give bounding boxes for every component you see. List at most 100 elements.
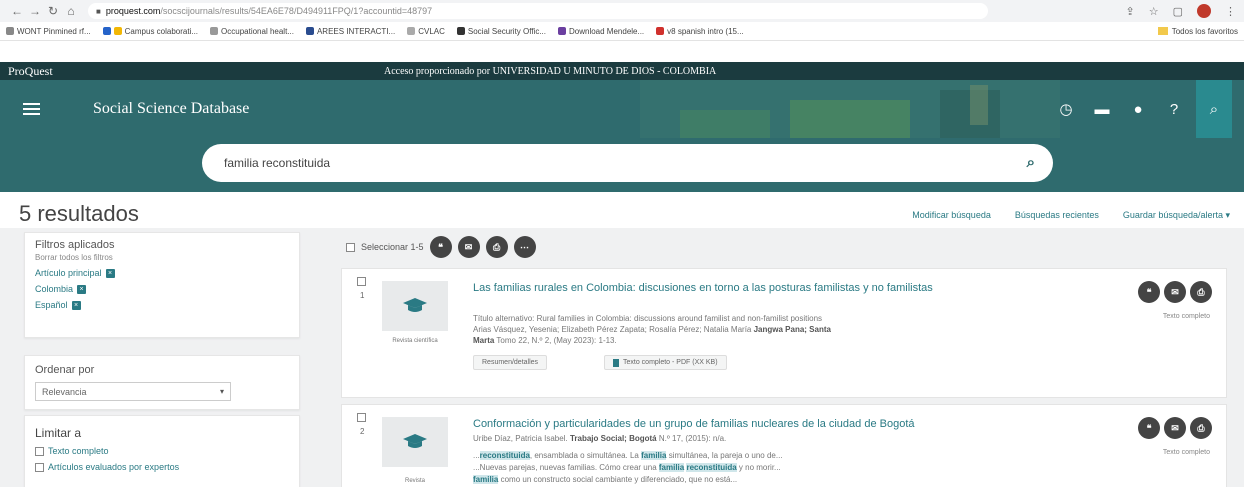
bookmark-label: Campus colaborati... [124, 26, 199, 36]
checkbox[interactable] [35, 446, 44, 456]
help-icon[interactable]: ? [1164, 101, 1184, 118]
result-number: 1 [360, 291, 365, 300]
document-thumbnail[interactable] [382, 281, 448, 331]
full-text-label[interactable]: Texto completo [1163, 449, 1210, 456]
document-thumbnail[interactable] [382, 417, 448, 467]
publication-name[interactable]: Trabajo Social; Bogotá [570, 434, 657, 443]
result-checkbox[interactable] [357, 413, 366, 422]
limit-option[interactable]: Artículos evaluados por expertos [35, 462, 289, 472]
bookmark-item[interactable]: Campus colaborati... [102, 26, 199, 36]
pdf-icon [613, 358, 619, 367]
bookmark-item[interactable]: WONT Pinmined rf... [6, 27, 91, 36]
document-type: Revista [404, 478, 425, 484]
publication-name[interactable]: Jangwa Pana; Santa [754, 325, 831, 334]
search-band: familia reconstituida ⌕ [0, 138, 1244, 192]
full-text-label[interactable]: Texto completo [1163, 313, 1210, 320]
tab-icon[interactable]: ▢ [1173, 5, 1183, 18]
search-icon[interactable]: ⌕ [1196, 80, 1232, 138]
back-icon[interactable]: ← [8, 4, 26, 18]
select-all-checkbox[interactable] [346, 242, 355, 252]
save-search-link[interactable]: Guardar búsqueda/alerta ▾ [1123, 210, 1230, 221]
star-icon[interactable]: ☆ [1149, 5, 1159, 18]
more-options-icon[interactable]: ⋯ [513, 236, 536, 258]
database-title[interactable]: Social Science Database [93, 100, 249, 118]
lock-icon: ■ [96, 6, 101, 16]
snippet-highlight: reconstituida [686, 463, 737, 472]
all-bookmarks[interactable]: Todos los favoritos [1157, 27, 1238, 36]
profile-avatar[interactable] [1197, 4, 1211, 18]
source-details: N.º 17, (2015): n/a. [658, 434, 727, 443]
print-icon[interactable]: ⎙ [1190, 417, 1212, 439]
graduation-cap-icon [403, 298, 427, 312]
cite-icon[interactable]: ❝ [429, 236, 452, 258]
cite-icon[interactable]: ❝ [1138, 281, 1160, 303]
snippet-text: y no morir... [738, 463, 781, 472]
bookmark-item[interactable]: Occupational healt... [210, 27, 294, 36]
menu-icon[interactable] [23, 103, 40, 115]
history-icon[interactable]: ◷ [1056, 100, 1076, 118]
result-authors: Arias Vásquez, Yesenia; Elizabeth Pérez … [473, 324, 1053, 335]
email-icon[interactable]: ✉ [457, 236, 480, 258]
limit-option[interactable]: Texto completo [35, 446, 289, 456]
print-icon[interactable]: ⎙ [1190, 281, 1212, 303]
email-icon[interactable]: ✉ [1164, 281, 1186, 303]
sort-title: Ordenar por [35, 364, 95, 376]
graduation-cap-icon [403, 434, 427, 448]
share-icon[interactable]: ⇪ [1126, 5, 1135, 18]
close-icon[interactable]: × [77, 284, 87, 294]
snippet-line: ...Nuevas parejas, nuevas familias. Cómo… [473, 462, 1053, 473]
cite-icon[interactable]: ❝ [1138, 417, 1160, 439]
bookmark-item[interactable]: Social Security Offic... [456, 26, 546, 36]
snippet-line: familia como un constructo social cambia… [473, 474, 1053, 485]
bookmark-label: Download Mendele... [569, 26, 645, 36]
checkbox[interactable] [35, 462, 44, 472]
reload-icon[interactable]: ↻ [44, 4, 62, 18]
header-banner-image [640, 80, 1060, 138]
result-number: 2 [360, 427, 365, 436]
result-title[interactable]: Las familias rurales en Colombia: discus… [473, 281, 1053, 295]
bookmark-item[interactable]: CVLAC [407, 27, 445, 36]
limit-title: Limitar a [35, 426, 82, 440]
result-alt-title: Título alternativo: Rural families in Co… [473, 314, 823, 323]
user-icon[interactable]: ● [1128, 101, 1148, 118]
snippet-text: simultánea, la pareja o uno de... [668, 451, 783, 460]
filter-chip[interactable]: Español × [35, 300, 289, 310]
filter-chip[interactable]: Artículo principal × [35, 268, 289, 278]
sort-select[interactable]: Relevancia ▾ [35, 382, 231, 401]
bulk-select-row: Seleccionar 1-5 ❝ ✉ ⎙ ⋯ [346, 236, 536, 258]
bookmark-item[interactable]: Download Mendele... [558, 27, 644, 36]
close-icon[interactable]: × [71, 300, 81, 310]
modify-search-link[interactable]: Modificar búsqueda [912, 210, 991, 221]
close-icon[interactable]: × [105, 268, 115, 278]
bookmark-item[interactable]: v8 spanish intro (15... [656, 27, 744, 36]
address-bar[interactable]: ■ proquest.com /socscijournals/results/5… [88, 3, 988, 19]
full-text-pdf-button[interactable]: Texto completo - PDF (XX KB) [604, 355, 727, 370]
bookmark-label: Social Security Offic... [467, 26, 546, 36]
filter-chip[interactable]: Colombia × [35, 284, 289, 294]
result-item: 1 Revista científica Las familias rurale… [341, 268, 1227, 398]
forward-icon[interactable]: → [26, 4, 44, 18]
result-checkbox[interactable] [357, 277, 366, 286]
proquest-logo[interactable]: ProQuest [0, 64, 384, 79]
publication-name-end[interactable]: Marta [473, 336, 494, 345]
folder-icon[interactable]: ▬ [1092, 101, 1112, 118]
clear-filters-link[interactable]: Borrar todos los filtros [35, 253, 289, 262]
home-icon[interactable]: ⌂ [62, 4, 80, 18]
result-title[interactable]: Conformación y particularidades de un gr… [473, 417, 1053, 431]
applied-filters-panel: Filtros aplicados Borrar todos los filtr… [24, 232, 300, 338]
email-icon[interactable]: ✉ [1164, 417, 1186, 439]
print-icon[interactable]: ⎙ [485, 236, 508, 258]
abstract-details-button[interactable]: Resumen/detalles [473, 355, 548, 370]
recent-searches-link[interactable]: Búsquedas recientes [1015, 210, 1099, 221]
search-input[interactable]: familia reconstituida ⌕ [202, 144, 1053, 182]
applied-filters-title: Filtros aplicados [35, 239, 115, 251]
snippet-text: ... [473, 451, 480, 460]
chevron-down-icon: ▾ [219, 387, 224, 396]
authors-text: Arias Vásquez, Yesenia; Elizabeth Pérez … [473, 325, 752, 334]
url-path: /socscijournals/results/54EA6E78/D494911… [160, 6, 433, 16]
source-details: Tomo 22, N.º 2, (May 2023): 1-13. [496, 336, 617, 345]
full-text-pdf-label: Texto completo - PDF (XX KB) [623, 359, 718, 366]
more-icon[interactable]: ⋮ [1225, 5, 1236, 18]
search-submit-icon[interactable]: ⌕ [1027, 154, 1035, 171]
bookmark-item[interactable]: AREES INTERACTI... [305, 27, 395, 36]
